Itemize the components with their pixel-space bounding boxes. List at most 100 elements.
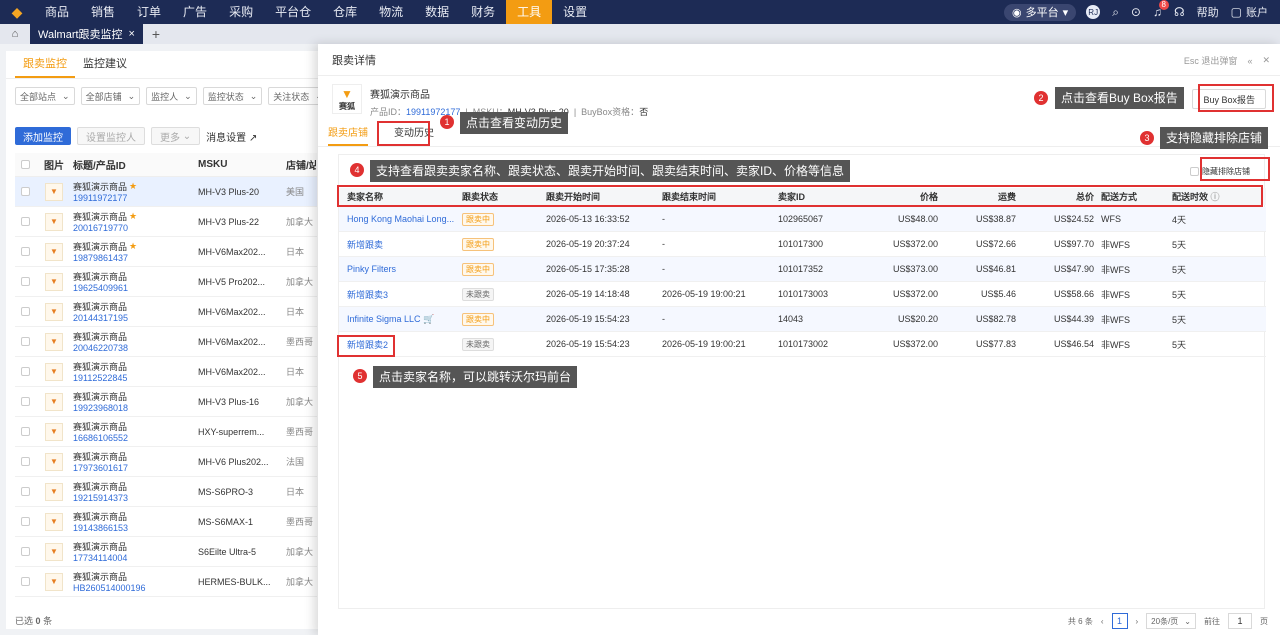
- page-size-select[interactable]: 20条/页 ⌄: [1146, 613, 1196, 629]
- row-checkbox[interactable]: [20, 547, 30, 556]
- list-item[interactable]: ▼ 赛狐演示商品 ★ 20016719770 MH-V3 Plus-22 加拿大: [15, 207, 317, 237]
- row-checkbox[interactable]: [20, 187, 30, 196]
- end-time: -: [662, 314, 665, 324]
- close-icon[interactable]: ✕: [1262, 55, 1270, 66]
- nav-item[interactable]: 广告: [172, 0, 218, 24]
- list-item[interactable]: ▼ 赛狐演示商品 17734114004 S6Eilte Ultra-5 加拿大: [15, 537, 317, 567]
- product-id-link[interactable]: 16686106552: [73, 433, 198, 443]
- add-tab-icon[interactable]: +: [143, 26, 169, 42]
- product-id[interactable]: 19911972177: [406, 107, 460, 117]
- row-checkbox[interactable]: [20, 427, 30, 436]
- row-checkbox[interactable]: [20, 217, 30, 226]
- nav-item[interactable]: 商品: [34, 0, 80, 24]
- download-icon[interactable]: ⊙: [1131, 5, 1141, 19]
- list-item[interactable]: ▼ 赛狐演示商品 HB260514000196 HERMES-BULK... 加拿大: [15, 567, 317, 597]
- collapse-icon[interactable]: «: [1247, 56, 1252, 66]
- nav-item[interactable]: 工具: [506, 0, 553, 24]
- account-icon[interactable]: ▢: [1231, 5, 1242, 19]
- list-item[interactable]: ▼ 赛狐演示商品 19923968018 MH-V3 Plus-16 加拿大: [15, 387, 317, 417]
- product-id-link[interactable]: 20016719770: [73, 223, 198, 233]
- nav-item[interactable]: 财务: [460, 0, 506, 24]
- list-item[interactable]: ▼ 赛狐演示商品 20046220738 MH-V6Max202... 墨西哥: [15, 327, 317, 357]
- tab-follow-stores[interactable]: 跟卖店铺: [328, 124, 368, 146]
- nav-item[interactable]: 销售: [80, 0, 126, 24]
- help-link[interactable]: 帮助: [1197, 4, 1219, 20]
- list-item[interactable]: ▼ 赛狐演示商品 19112522845 MH-V6Max202... 日本: [15, 357, 317, 387]
- select-all-checkbox[interactable]: [20, 160, 30, 169]
- tab-monitor[interactable]: 跟卖监控: [15, 51, 75, 78]
- product-id-link[interactable]: 17734114004: [73, 553, 198, 563]
- message-settings-link[interactable]: 消息设置 ↗: [206, 129, 257, 144]
- fox-logo-icon[interactable]: ◆: [0, 0, 34, 24]
- search-icon[interactable]: ⌕: [1112, 5, 1119, 20]
- close-tab-icon[interactable]: ×: [129, 28, 135, 40]
- prev-page-icon[interactable]: ‹: [1101, 617, 1104, 626]
- row-checkbox[interactable]: [20, 577, 30, 586]
- nav-item[interactable]: 物流: [368, 0, 414, 24]
- list-item[interactable]: ▼ 赛狐演示商品 19143866153 MS-S6MAX-1 墨西哥: [15, 507, 317, 537]
- add-monitor-button[interactable]: 添加监控: [15, 127, 71, 145]
- row-checkbox[interactable]: [20, 367, 30, 376]
- list-item[interactable]: ▼ 赛狐演示商品 19215914373 MS-S6PRO-3 日本: [15, 477, 317, 507]
- user-avatar[interactable]: RJ: [1086, 5, 1101, 19]
- product-id-link[interactable]: 19625409961: [73, 283, 198, 293]
- row-checkbox[interactable]: [20, 487, 30, 496]
- hide-excluded-checkbox[interactable]: [1190, 167, 1199, 176]
- product-id-link[interactable]: 20046220738: [73, 343, 198, 353]
- next-page-icon[interactable]: ›: [1136, 617, 1139, 626]
- more-button[interactable]: 更多 ⌄: [151, 127, 201, 145]
- product-id-link[interactable]: 19879861437: [73, 253, 198, 263]
- seller-name-link[interactable]: 新增跟卖: [347, 240, 383, 250]
- nav-item[interactable]: 平台仓: [264, 0, 322, 24]
- nav-item[interactable]: 仓库: [322, 0, 368, 24]
- product-id-link[interactable]: 19112522845: [73, 373, 198, 383]
- monitor-status-filter[interactable]: 监控状态 ⌄: [202, 87, 263, 105]
- nav-item[interactable]: 数据: [414, 0, 460, 24]
- list-item[interactable]: ▼ 赛狐演示商品 19625409961 MH-V5 Pro202... 加拿大: [15, 267, 317, 297]
- nav-item[interactable]: 订单: [126, 0, 172, 24]
- status-badge: 未跟卖: [462, 287, 494, 301]
- list-item[interactable]: ▼ 赛狐演示商品 ★ 19911972177 MH-V3 Plus-20 美国: [15, 177, 317, 207]
- store-filter[interactable]: 全部店铺 ⌄: [80, 87, 141, 105]
- star-icon[interactable]: ★: [129, 241, 137, 252]
- row-checkbox[interactable]: [20, 247, 30, 256]
- goto-input[interactable]: 1: [1228, 613, 1252, 629]
- product-id-link[interactable]: 20144317195: [73, 313, 198, 323]
- star-icon[interactable]: ★: [129, 211, 137, 222]
- headset-icon[interactable]: ☊: [1174, 5, 1185, 19]
- nav-item[interactable]: 设置: [552, 0, 598, 24]
- set-monitor-user-button[interactable]: 设置监控人: [77, 127, 145, 145]
- tab-walmart-monitor[interactable]: Walmart跟卖监控 ×: [30, 24, 143, 44]
- list-item[interactable]: ▼ 赛狐演示商品 17973601617 MH-V6 Plus202... 法国: [15, 447, 317, 477]
- row-checkbox[interactable]: [20, 307, 30, 316]
- page-number[interactable]: 1: [1111, 613, 1128, 629]
- nav-item[interactable]: 采购: [218, 0, 264, 24]
- product-id-link[interactable]: 19911972177: [73, 193, 198, 203]
- seller-name-link[interactable]: 新增跟卖3: [347, 290, 388, 300]
- platform-switcher[interactable]: ◉ 多平台 ▾: [1004, 3, 1077, 21]
- product-id-link[interactable]: 17973601617: [73, 463, 198, 473]
- seller-name-link[interactable]: Hong Kong Maohai Long...: [347, 214, 454, 224]
- list-item[interactable]: ▼ 赛狐演示商品 20144317195 MH-V6Max202... 日本: [15, 297, 317, 327]
- row-checkbox[interactable]: [20, 337, 30, 346]
- tab-suggestion[interactable]: 监控建议: [75, 51, 135, 78]
- product-id-link[interactable]: 19215914373: [73, 493, 198, 503]
- product-thumbnail: ▼: [45, 512, 63, 531]
- bell-icon[interactable]: ♫ 8: [1153, 0, 1169, 19]
- home-icon[interactable]: ⌂: [0, 24, 30, 44]
- account-link[interactable]: 账户: [1246, 4, 1268, 20]
- list-item[interactable]: ▼ 赛狐演示商品 ★ 19879861437 MH-V6Max202... 日本: [15, 237, 317, 267]
- product-id-link[interactable]: 19143866153: [73, 523, 198, 533]
- row-checkbox[interactable]: [20, 517, 30, 526]
- product-id-link[interactable]: 19923968018: [73, 403, 198, 413]
- product-id-link[interactable]: HB260514000196: [73, 583, 198, 593]
- site-filter[interactable]: 全部站点 ⌄: [15, 87, 75, 105]
- star-icon[interactable]: ★: [129, 181, 137, 192]
- list-item[interactable]: ▼ 赛狐演示商品 16686106552 HXY-superrem... 墨西哥: [15, 417, 317, 447]
- row-checkbox[interactable]: [20, 277, 30, 286]
- seller-name-link[interactable]: Infinite Sigma LLC: [347, 314, 421, 324]
- seller-name-link[interactable]: Pinky Filters: [347, 264, 396, 274]
- row-checkbox[interactable]: [20, 457, 30, 466]
- monitor-user-filter[interactable]: 监控人 ⌄: [146, 87, 197, 105]
- row-checkbox[interactable]: [20, 397, 30, 406]
